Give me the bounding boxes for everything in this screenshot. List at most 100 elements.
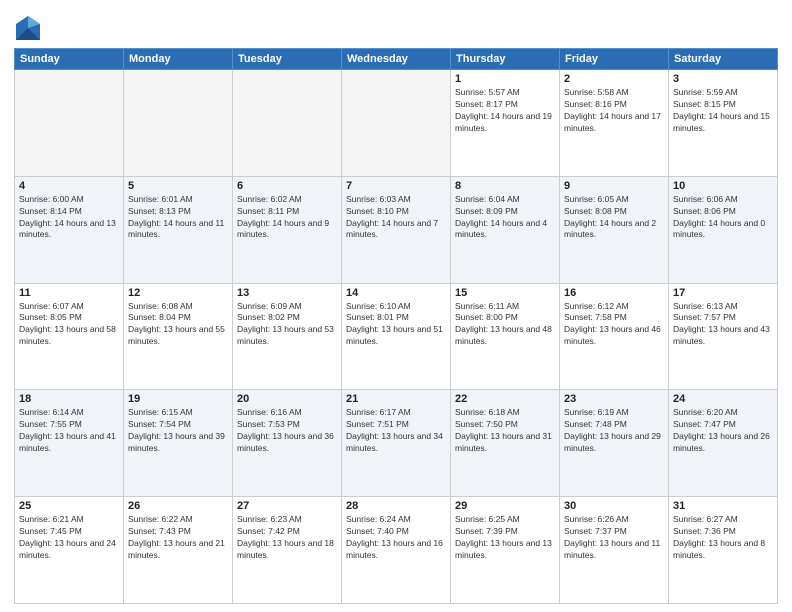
day-info: Sunrise: 6:13 AMSunset: 7:57 PMDaylight:… — [673, 301, 773, 349]
calendar-cell: 3 Sunrise: 5:59 AMSunset: 8:15 PMDaylight… — [669, 70, 778, 177]
day-number: 15 — [455, 287, 555, 299]
calendar-cell: 10 Sunrise: 6:06 AMSunset: 8:06 PMDayligh… — [669, 176, 778, 283]
day-number: 1 — [455, 73, 555, 85]
day-info: Sunrise: 6:02 AMSunset: 8:11 PMDaylight:… — [237, 194, 337, 242]
day-number: 27 — [237, 500, 337, 512]
day-number: 24 — [673, 393, 773, 405]
logo — [14, 14, 46, 42]
calendar-cell: 30 Sunrise: 6:26 AMSunset: 7:37 PMDayligh… — [560, 497, 669, 604]
calendar-cell: 6 Sunrise: 6:02 AMSunset: 8:11 PMDaylight… — [233, 176, 342, 283]
day-info: Sunrise: 6:19 AMSunset: 7:48 PMDaylight:… — [564, 407, 664, 455]
day-info: Sunrise: 6:10 AMSunset: 8:01 PMDaylight:… — [346, 301, 446, 349]
day-number: 2 — [564, 73, 664, 85]
day-number: 21 — [346, 393, 446, 405]
day-info: Sunrise: 6:16 AMSunset: 7:53 PMDaylight:… — [237, 407, 337, 455]
day-number: 29 — [455, 500, 555, 512]
calendar-cell: 20 Sunrise: 6:16 AMSunset: 7:53 PMDayligh… — [233, 390, 342, 497]
calendar-cell: 23 Sunrise: 6:19 AMSunset: 7:48 PMDayligh… — [560, 390, 669, 497]
calendar-week-row: 18 Sunrise: 6:14 AMSunset: 7:55 PMDayligh… — [15, 390, 778, 497]
calendar-week-row: 11 Sunrise: 6:07 AMSunset: 8:05 PMDayligh… — [15, 283, 778, 390]
day-number: 7 — [346, 180, 446, 192]
day-number: 20 — [237, 393, 337, 405]
day-info: Sunrise: 6:21 AMSunset: 7:45 PMDaylight:… — [19, 514, 119, 562]
day-number: 16 — [564, 287, 664, 299]
day-info: Sunrise: 6:03 AMSunset: 8:10 PMDaylight:… — [346, 194, 446, 242]
day-info: Sunrise: 6:06 AMSunset: 8:06 PMDaylight:… — [673, 194, 773, 242]
day-number: 3 — [673, 73, 773, 85]
calendar-cell: 4 Sunrise: 6:00 AMSunset: 8:14 PMDaylight… — [15, 176, 124, 283]
day-number: 18 — [19, 393, 119, 405]
calendar-cell: 11 Sunrise: 6:07 AMSunset: 8:05 PMDayligh… — [15, 283, 124, 390]
day-info: Sunrise: 6:04 AMSunset: 8:09 PMDaylight:… — [455, 194, 555, 242]
calendar-cell: 24 Sunrise: 6:20 AMSunset: 7:47 PMDayligh… — [669, 390, 778, 497]
day-info: Sunrise: 6:17 AMSunset: 7:51 PMDaylight:… — [346, 407, 446, 455]
day-number: 17 — [673, 287, 773, 299]
calendar-day-header: Sunday — [15, 49, 124, 70]
calendar-cell: 7 Sunrise: 6:03 AMSunset: 8:10 PMDaylight… — [342, 176, 451, 283]
day-number: 25 — [19, 500, 119, 512]
day-number: 13 — [237, 287, 337, 299]
day-info: Sunrise: 5:59 AMSunset: 8:15 PMDaylight:… — [673, 87, 773, 135]
day-info: Sunrise: 5:58 AMSunset: 8:16 PMDaylight:… — [564, 87, 664, 135]
day-number: 10 — [673, 180, 773, 192]
calendar-cell: 21 Sunrise: 6:17 AMSunset: 7:51 PMDayligh… — [342, 390, 451, 497]
calendar-cell: 16 Sunrise: 6:12 AMSunset: 7:58 PMDayligh… — [560, 283, 669, 390]
day-info: Sunrise: 6:24 AMSunset: 7:40 PMDaylight:… — [346, 514, 446, 562]
day-number: 4 — [19, 180, 119, 192]
calendar-cell: 1 Sunrise: 5:57 AMSunset: 8:17 PMDaylight… — [451, 70, 560, 177]
calendar-cell: 18 Sunrise: 6:14 AMSunset: 7:55 PMDayligh… — [15, 390, 124, 497]
day-info: Sunrise: 5:57 AMSunset: 8:17 PMDaylight:… — [455, 87, 555, 135]
day-info: Sunrise: 6:26 AMSunset: 7:37 PMDaylight:… — [564, 514, 664, 562]
calendar-cell: 14 Sunrise: 6:10 AMSunset: 8:01 PMDayligh… — [342, 283, 451, 390]
day-number: 26 — [128, 500, 228, 512]
calendar-day-header: Tuesday — [233, 49, 342, 70]
calendar-cell — [15, 70, 124, 177]
day-info: Sunrise: 6:22 AMSunset: 7:43 PMDaylight:… — [128, 514, 228, 562]
day-info: Sunrise: 6:20 AMSunset: 7:47 PMDaylight:… — [673, 407, 773, 455]
calendar-day-header: Monday — [124, 49, 233, 70]
day-number: 14 — [346, 287, 446, 299]
page: SundayMondayTuesdayWednesdayThursdayFrid… — [0, 0, 792, 612]
calendar-week-row: 1 Sunrise: 5:57 AMSunset: 8:17 PMDaylight… — [15, 70, 778, 177]
day-number: 12 — [128, 287, 228, 299]
calendar-day-header: Wednesday — [342, 49, 451, 70]
day-number: 6 — [237, 180, 337, 192]
day-info: Sunrise: 6:23 AMSunset: 7:42 PMDaylight:… — [237, 514, 337, 562]
day-number: 8 — [455, 180, 555, 192]
header — [14, 10, 778, 42]
calendar-cell: 29 Sunrise: 6:25 AMSunset: 7:39 PMDayligh… — [451, 497, 560, 604]
calendar-table: SundayMondayTuesdayWednesdayThursdayFrid… — [14, 48, 778, 604]
calendar-header-row: SundayMondayTuesdayWednesdayThursdayFrid… — [15, 49, 778, 70]
calendar-day-header: Saturday — [669, 49, 778, 70]
day-number: 5 — [128, 180, 228, 192]
day-info: Sunrise: 6:12 AMSunset: 7:58 PMDaylight:… — [564, 301, 664, 349]
day-info: Sunrise: 6:15 AMSunset: 7:54 PMDaylight:… — [128, 407, 228, 455]
day-info: Sunrise: 6:07 AMSunset: 8:05 PMDaylight:… — [19, 301, 119, 349]
day-number: 11 — [19, 287, 119, 299]
calendar-cell — [342, 70, 451, 177]
calendar-cell: 13 Sunrise: 6:09 AMSunset: 8:02 PMDayligh… — [233, 283, 342, 390]
day-number: 19 — [128, 393, 228, 405]
calendar-cell: 27 Sunrise: 6:23 AMSunset: 7:42 PMDayligh… — [233, 497, 342, 604]
day-info: Sunrise: 6:14 AMSunset: 7:55 PMDaylight:… — [19, 407, 119, 455]
day-info: Sunrise: 6:01 AMSunset: 8:13 PMDaylight:… — [128, 194, 228, 242]
day-number: 28 — [346, 500, 446, 512]
calendar-cell: 8 Sunrise: 6:04 AMSunset: 8:09 PMDaylight… — [451, 176, 560, 283]
day-number: 9 — [564, 180, 664, 192]
logo-icon — [14, 14, 42, 42]
day-info: Sunrise: 6:09 AMSunset: 8:02 PMDaylight:… — [237, 301, 337, 349]
day-number: 23 — [564, 393, 664, 405]
day-number: 30 — [564, 500, 664, 512]
calendar-cell: 17 Sunrise: 6:13 AMSunset: 7:57 PMDayligh… — [669, 283, 778, 390]
day-info: Sunrise: 6:25 AMSunset: 7:39 PMDaylight:… — [455, 514, 555, 562]
day-info: Sunrise: 6:00 AMSunset: 8:14 PMDaylight:… — [19, 194, 119, 242]
day-info: Sunrise: 6:08 AMSunset: 8:04 PMDaylight:… — [128, 301, 228, 349]
day-info: Sunrise: 6:05 AMSunset: 8:08 PMDaylight:… — [564, 194, 664, 242]
calendar-cell: 19 Sunrise: 6:15 AMSunset: 7:54 PMDayligh… — [124, 390, 233, 497]
calendar-cell: 2 Sunrise: 5:58 AMSunset: 8:16 PMDaylight… — [560, 70, 669, 177]
day-info: Sunrise: 6:27 AMSunset: 7:36 PMDaylight:… — [673, 514, 773, 562]
day-number: 31 — [673, 500, 773, 512]
calendar-week-row: 4 Sunrise: 6:00 AMSunset: 8:14 PMDaylight… — [15, 176, 778, 283]
calendar-cell: 5 Sunrise: 6:01 AMSunset: 8:13 PMDaylight… — [124, 176, 233, 283]
calendar-cell — [233, 70, 342, 177]
